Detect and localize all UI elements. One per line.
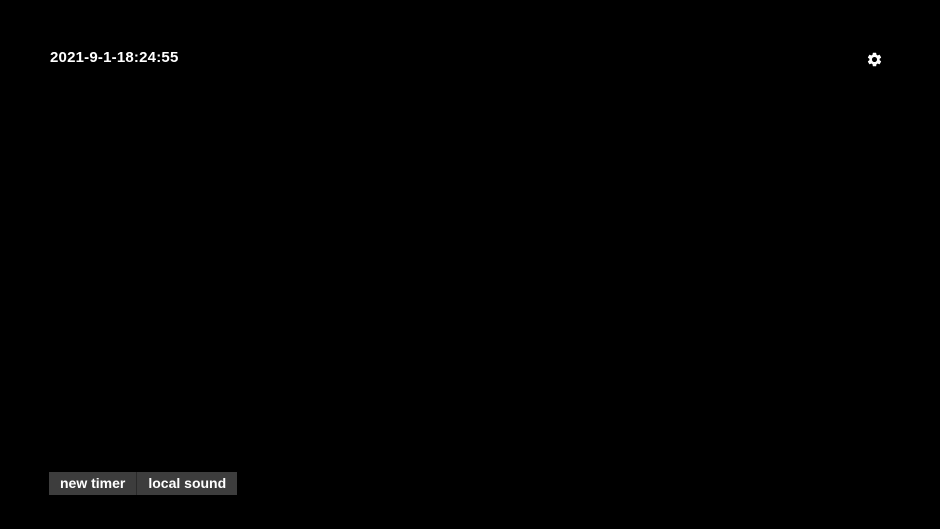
gear-icon xyxy=(866,51,883,68)
new-timer-button[interactable]: new timer xyxy=(49,472,138,495)
settings-button[interactable] xyxy=(864,49,884,69)
bottom-toolbar: new timer local sound xyxy=(49,472,238,495)
datetime-display: 2021-9-1-18:24:55 xyxy=(50,49,179,66)
local-sound-button[interactable]: local sound xyxy=(137,472,238,495)
